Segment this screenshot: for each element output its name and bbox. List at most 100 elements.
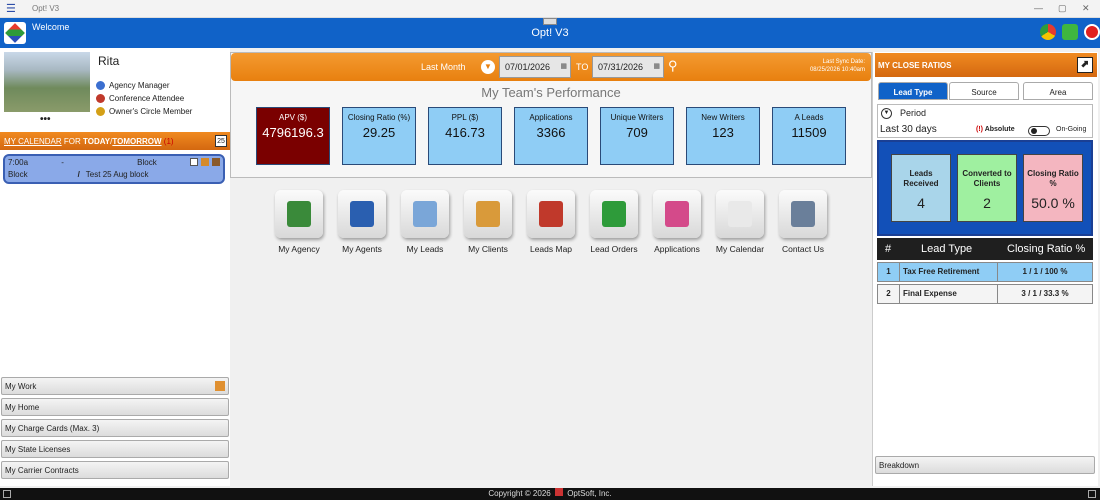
period-label: Period [900,108,927,118]
ongoing-label: On-Going [1056,126,1087,133]
my-carrier-contracts-button[interactable]: My Carrier Contracts [1,461,229,479]
kpi-card[interactable]: PPL ($) 416.73 [428,107,502,165]
launcher-tile[interactable] [590,190,638,238]
launcher-label: My Agents [342,244,382,254]
launcher-leads-map[interactable]: Leads Map [521,190,581,254]
row-number: 1 [878,263,900,281]
launcher-my-agency[interactable]: My Agency [269,190,329,254]
app-header: Welcome Opt! V3 [0,18,1100,48]
launcher-tile[interactable] [779,190,827,238]
table-row[interactable]: 1 Tax Free Retirement 1 / 1 / 100 % [877,262,1093,282]
person-icon [96,81,105,90]
tab-source[interactable]: Source [949,82,1019,100]
close-icon[interactable]: ✕ [1082,3,1090,14]
chevron-down-icon[interactable]: ▼ [881,108,892,119]
kpi-card[interactable]: Closing Ratio (%) 29.25 [342,107,416,165]
launcher-tile[interactable] [275,190,323,238]
tab-area[interactable]: Area [1023,82,1093,100]
bell-icon[interactable] [211,158,220,166]
ratio-value: 4 [917,195,925,211]
agent-icon [350,201,374,227]
search-icon[interactable]: ⚲ [668,58,678,74]
profile-photo[interactable] [4,52,90,112]
tab-lead-type[interactable]: Lead Type [878,82,948,100]
calendar-entry[interactable]: 7:00a - Block Block / Test 25 Aug block [3,154,225,184]
my-charge-cards-button[interactable]: My Charge Cards (Max. 3) [1,419,229,437]
footer-right-icon[interactable] [1088,490,1096,498]
performance-panel: Last Month ▼ 07/01/2026 ▦ TO 07/31/2026 … [230,52,872,178]
my-work-button[interactable]: My Work [1,377,229,395]
kpi-card[interactable]: Unique Writers 709 [600,107,674,165]
chart-pie-icon[interactable] [1040,24,1056,40]
launcher-my-calendar[interactable]: My Calendar [710,190,770,254]
absolute-ongoing-toggle[interactable] [1028,126,1050,136]
breakdown-button[interactable]: Breakdown [875,456,1095,474]
external-link-icon[interactable]: ⬈ [1077,57,1093,73]
today-link[interactable]: TODAY [83,137,110,146]
row-closing-ratio: 1 / 1 / 100 % [1022,267,1068,276]
power-icon[interactable] [1084,24,1100,40]
launcher-lead-orders[interactable]: Lead Orders [584,190,644,254]
attendee-icon [96,94,105,103]
calendar-header: MY CALENDAR FOR TODAY/TOMORROW (1) 25 [0,132,230,150]
to-date-input[interactable]: 07/31/2026 ▦ [592,56,664,78]
checkbox[interactable] [189,158,198,166]
drag-handle-icon[interactable] [543,18,557,25]
launcher-my-clients[interactable]: My Clients [458,190,518,254]
row-lead-type: Final Expense [900,285,998,303]
award-icon [96,107,105,116]
launcher-tile[interactable] [338,190,386,238]
launcher-my-agents[interactable]: My Agents [332,190,392,254]
kpi-card[interactable]: APV ($) 4796196.3 [256,107,330,165]
kpi-value: 3366 [536,125,566,140]
hamburger-menu-icon[interactable]: ☰ [6,3,18,15]
calendar-icon[interactable]: 25 [215,135,227,147]
role-owners-circle: Owner's Circle Member [96,107,192,116]
launcher-tile[interactable] [401,190,449,238]
launcher-my-leads[interactable]: My Leads [395,190,455,254]
calendar-picker-icon[interactable]: ▦ [560,62,567,70]
launcher-tile[interactable] [464,190,512,238]
clients-icon [476,201,500,227]
edit-icon[interactable] [200,158,209,166]
kpi-value: 123 [712,125,734,140]
role-agency-manager: Agency Manager [96,81,169,90]
kpi-card[interactable]: A Leads 11509 [772,107,846,165]
launcher-tile[interactable] [653,190,701,238]
launcher-tile[interactable] [527,190,575,238]
ratio-label: Leads Received [903,169,939,188]
launcher-applications[interactable]: Applications [647,190,707,254]
calendar-icon [728,201,752,227]
kpi-card[interactable]: New Writers 123 [686,107,760,165]
table-row[interactable]: 2 Final Expense 3 / 1 / 33.3 % [877,284,1093,304]
launcher-label: My Leads [406,244,444,254]
info-icon: (!) [976,126,985,133]
launcher-contact-us[interactable]: Contact Us [773,190,833,254]
optsoft-logo [554,488,563,496]
period-select-label[interactable]: Last Month [421,62,466,72]
window-title: Opt! V3 [32,4,60,13]
calendar-count: (1) [163,137,174,146]
period-value[interactable]: Last 30 days [880,124,937,135]
more-options-icon[interactable]: ••• [40,114,51,125]
lead-type-table-header: # Lead Type Closing Ratio % [877,238,1093,260]
kpi-label: Applications [529,113,573,122]
calendar-link[interactable]: MY CALENDAR [4,137,62,146]
ratio-box: Converted to Clients 2 [957,154,1017,222]
restore-icon[interactable]: ▢ [1058,3,1067,14]
footer-left-icon[interactable] [3,490,11,498]
my-home-button[interactable]: My Home [1,398,229,416]
tomorrow-link[interactable]: TOMORROW [112,137,161,146]
left-panel: ••• Rita Agency Manager Conference Atten… [0,48,230,486]
ratio-label: Closing Ratio % [1027,169,1079,188]
my-state-licenses-button[interactable]: My State Licenses [1,440,229,458]
launcher-tile[interactable] [716,190,764,238]
settings-gear-icon[interactable] [1062,24,1078,40]
minimize-icon[interactable]: — [1034,3,1043,13]
calendar-picker-icon[interactable]: ▦ [653,62,660,70]
ratio-label: Converted to Clients [962,169,1012,188]
from-date-input[interactable]: 07/01/2026 ▦ [499,56,571,78]
kpi-card[interactable]: Applications 3366 [514,107,588,165]
chevron-down-icon[interactable]: ▼ [481,60,495,74]
launcher-label: Applications [654,244,700,254]
